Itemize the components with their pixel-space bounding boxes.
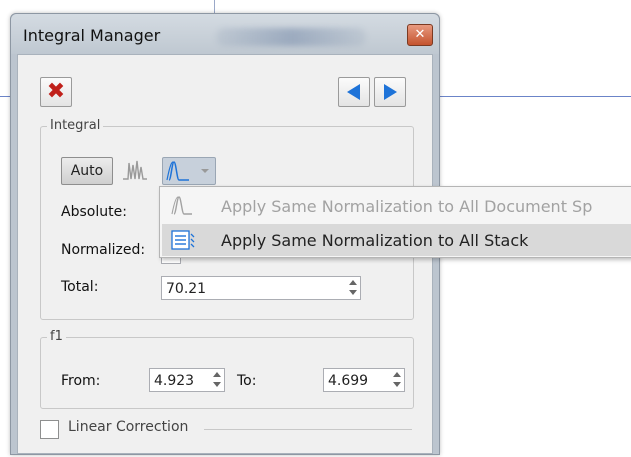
close-button[interactable]: ✕ [407,24,433,46]
linear-correction-divider [204,429,412,430]
to-label: To: [237,373,257,389]
integral-curve-icon [171,196,192,215]
normalization-dropdown-button[interactable] [162,157,216,185]
next-integral-button[interactable] [374,77,406,107]
spinner-arrows-icon[interactable] [348,279,358,297]
peaks-integral-icon [123,160,147,180]
f1-group-title: f1 [47,329,66,344]
f1-group: f1 From: 4.923 To: 4.699 [40,329,414,409]
delete-integral-button[interactable]: ✖ [40,77,72,107]
integral-curve-icon [166,161,189,181]
total-label: Total: [61,279,99,295]
menu-item-label: Apply Same Normalization to All Stack [221,231,529,250]
window-title: Integral Manager [23,26,161,45]
chevron-down-icon [201,169,209,173]
background-vertical-line [214,0,215,14]
arrow-right-icon [384,84,397,100]
normalized-label: Normalized: [61,242,146,258]
to-value: 4.699 [328,373,369,389]
linear-correction-label: Linear Correction [68,419,189,435]
from-label: From: [61,373,101,389]
blurred-title-region [216,28,366,46]
to-field[interactable]: 4.699 [323,368,405,392]
absolute-label: Absolute: [61,204,127,220]
menu-item-apply-all-stack[interactable]: Apply Same Normalization to All Stack [162,224,631,256]
from-value: 4.923 [154,373,195,389]
background-horizontal-line-left [0,96,10,97]
title-bar[interactable]: Integral Manager ✕ [11,14,439,54]
from-field[interactable]: 4.923 [149,368,225,392]
integral-group-title: Integral [47,118,104,133]
auto-button[interactable]: Auto [61,157,113,185]
previous-integral-button[interactable] [338,77,370,107]
peaks-integration-button[interactable] [119,157,155,183]
arrow-left-icon [347,84,360,100]
total-field[interactable]: 70.21 [161,276,361,300]
close-icon: ✕ [414,27,426,42]
menu-item-apply-all-documents[interactable]: Apply Same Normalization to All Document… [162,190,631,222]
spinner-arrows-icon[interactable] [212,371,222,389]
total-value: 70.21 [166,281,207,297]
x-mark-icon: ✖ [46,79,66,104]
normalization-menu: Apply Same Normalization to All Document… [159,186,631,258]
linear-correction-checkbox[interactable] [40,420,59,439]
stack-list-icon [171,230,195,250]
background-horizontal-line [440,96,631,97]
spinner-arrows-icon[interactable] [392,371,402,389]
menu-item-label: Apply Same Normalization to All Document… [221,197,593,216]
